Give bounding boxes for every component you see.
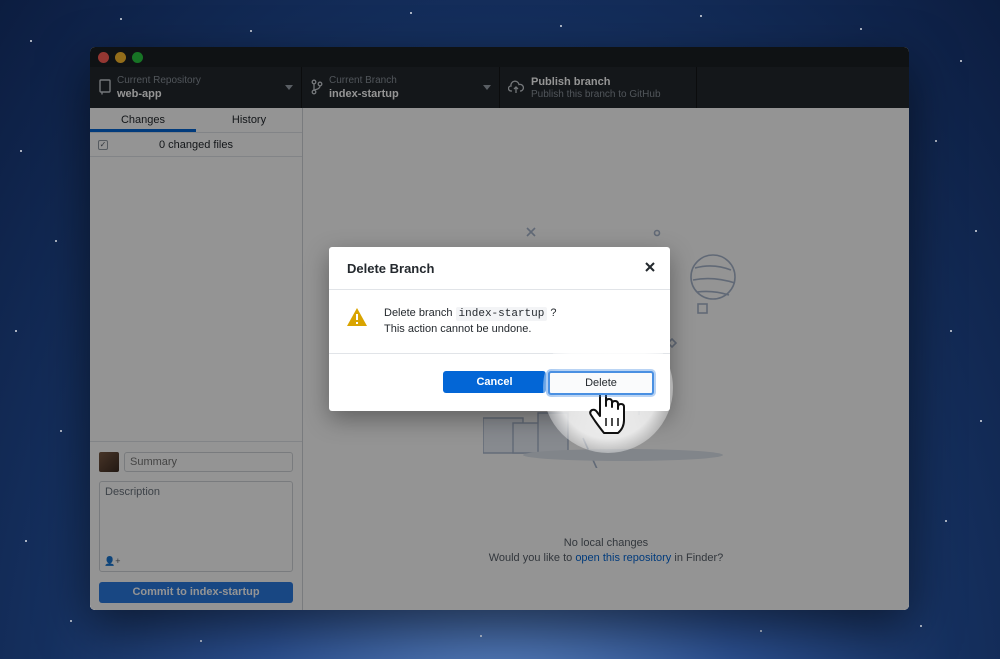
branch-name-code: index-startup [455, 307, 548, 321]
dialog-body: Delete branch index-startup ? This actio… [329, 290, 670, 354]
delete-button-highlighted[interactable]: Delete [548, 371, 654, 395]
message-suffix: ? [547, 307, 557, 319]
hand-pointer-icon [589, 388, 625, 434]
delete-branch-question: Delete branch index-startup ? [384, 306, 557, 322]
dialog-message: Delete branch index-startup ? This actio… [384, 306, 557, 337]
dialog-warning-text: This action cannot be undone. [384, 323, 532, 335]
warning-icon [347, 308, 367, 326]
close-icon[interactable] [642, 259, 658, 275]
message-prefix: Delete branch [384, 307, 456, 319]
dialog-header: Delete Branch [329, 247, 670, 290]
dialog-title: Delete Branch [347, 261, 435, 276]
cancel-button[interactable]: Cancel [443, 371, 546, 393]
